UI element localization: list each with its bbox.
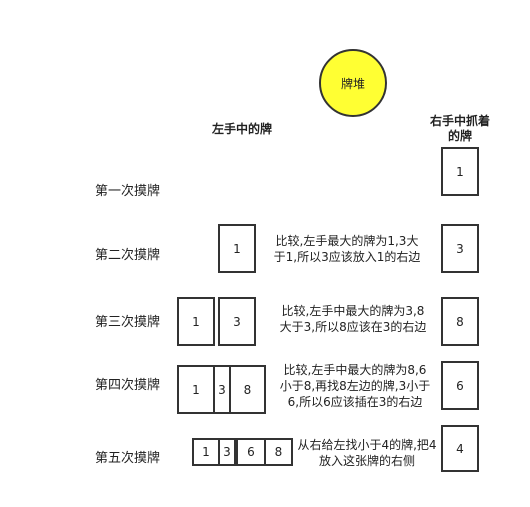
step-4-left-card-1: 1 [177,365,215,414]
right-hand-heading: 右手中抓着 的牌 [420,114,500,144]
step-2-note-line-1: 比较,左手最大的牌为1,3大 [275,234,419,248]
step-1-right-card-value: 1 [456,164,464,179]
step-5-left-card-3: 6 [236,438,266,466]
card-pile-label: 牌堆 [340,76,365,91]
step-5-label: 第五次摸牌 [95,451,161,466]
right-hand-heading-line-1: 右手中抓着 [429,114,490,128]
step-3-note: 比较,左手中最大的牌为3,8 大于3,所以8应该在3的右边 [268,303,438,335]
step-5-left-card-1-value: 1 [202,445,210,459]
step-4-left-card-3: 8 [229,365,266,414]
step-3-right-card: 8 [441,297,479,346]
step-4-note-line-3: 6,所以6应该插在3的右边 [287,395,423,409]
step-4-right-card: 6 [441,361,479,410]
step-4-left-card-1-value: 1 [192,382,200,397]
step-5-note: 从右给左找小于4的牌,把4 放入这张牌的右侧 [289,437,445,469]
step-4-note: 比较,左手中最大的牌为8,6 小于8,再找8左边的牌,3小于 6,所以6应该插在… [270,362,440,410]
step-2-right-card: 3 [441,224,479,273]
step-3-note-line-2: 大于3,所以8应该在3的右边 [279,320,427,334]
step-4-note-line-1: 比较,左手中最大的牌为8,6 [283,363,427,377]
step-3-label: 第三次摸牌 [95,315,161,330]
step-5-note-line-2: 放入这张牌的右侧 [318,454,415,468]
step-4-left-card-2-value: 3 [218,382,226,397]
step-2-right-card-value: 3 [456,241,464,256]
step-5-left-card-2-value: 3 [223,445,231,459]
step-4-label: 第四次摸牌 [95,378,161,393]
step-5-right-card-value: 4 [456,441,464,456]
step-1-right-card: 1 [441,147,479,196]
step-5-left-card-1: 1 [192,438,220,466]
step-5-right-card: 4 [441,425,479,472]
step-2-left-card-1: 1 [218,224,256,273]
step-3-left-card-2: 3 [218,297,256,346]
step-3-note-line-1: 比较,左手中最大的牌为3,8 [281,304,425,318]
step-1-label: 第一次摸牌 [95,184,161,199]
step-5-left-card-4-value: 8 [274,445,283,459]
step-4-right-card-value: 6 [456,378,464,393]
step-5-left-card-3-value: 6 [247,445,255,459]
step-3-left-card-1-value: 1 [192,314,200,329]
step-2-note-line-2: 于1,所以3应该放入1的右边 [273,250,421,264]
card-pile: 牌堆 [319,49,387,117]
step-3-left-card-1: 1 [177,297,215,346]
step-5-note-line-1: 从右给左找小于4的牌,把4 [297,438,437,452]
step-2-label: 第二次摸牌 [95,248,161,263]
step-3-right-card-value: 8 [456,314,464,329]
step-4-left-card-3-value: 8 [243,382,252,397]
step-2-left-card-1-value: 1 [233,241,241,256]
step-4-note-line-2: 小于8,再找8左边的牌,3小于 [279,379,431,393]
left-hand-heading: 左手中的牌 [211,122,272,136]
step-3-left-card-2-value: 3 [233,314,241,329]
right-hand-heading-line-2: 的牌 [447,129,472,143]
step-2-note: 比较,左手最大的牌为1,3大 于1,所以3应该放入1的右边 [262,233,432,265]
step-5-left-card-2: 3 [218,438,236,466]
